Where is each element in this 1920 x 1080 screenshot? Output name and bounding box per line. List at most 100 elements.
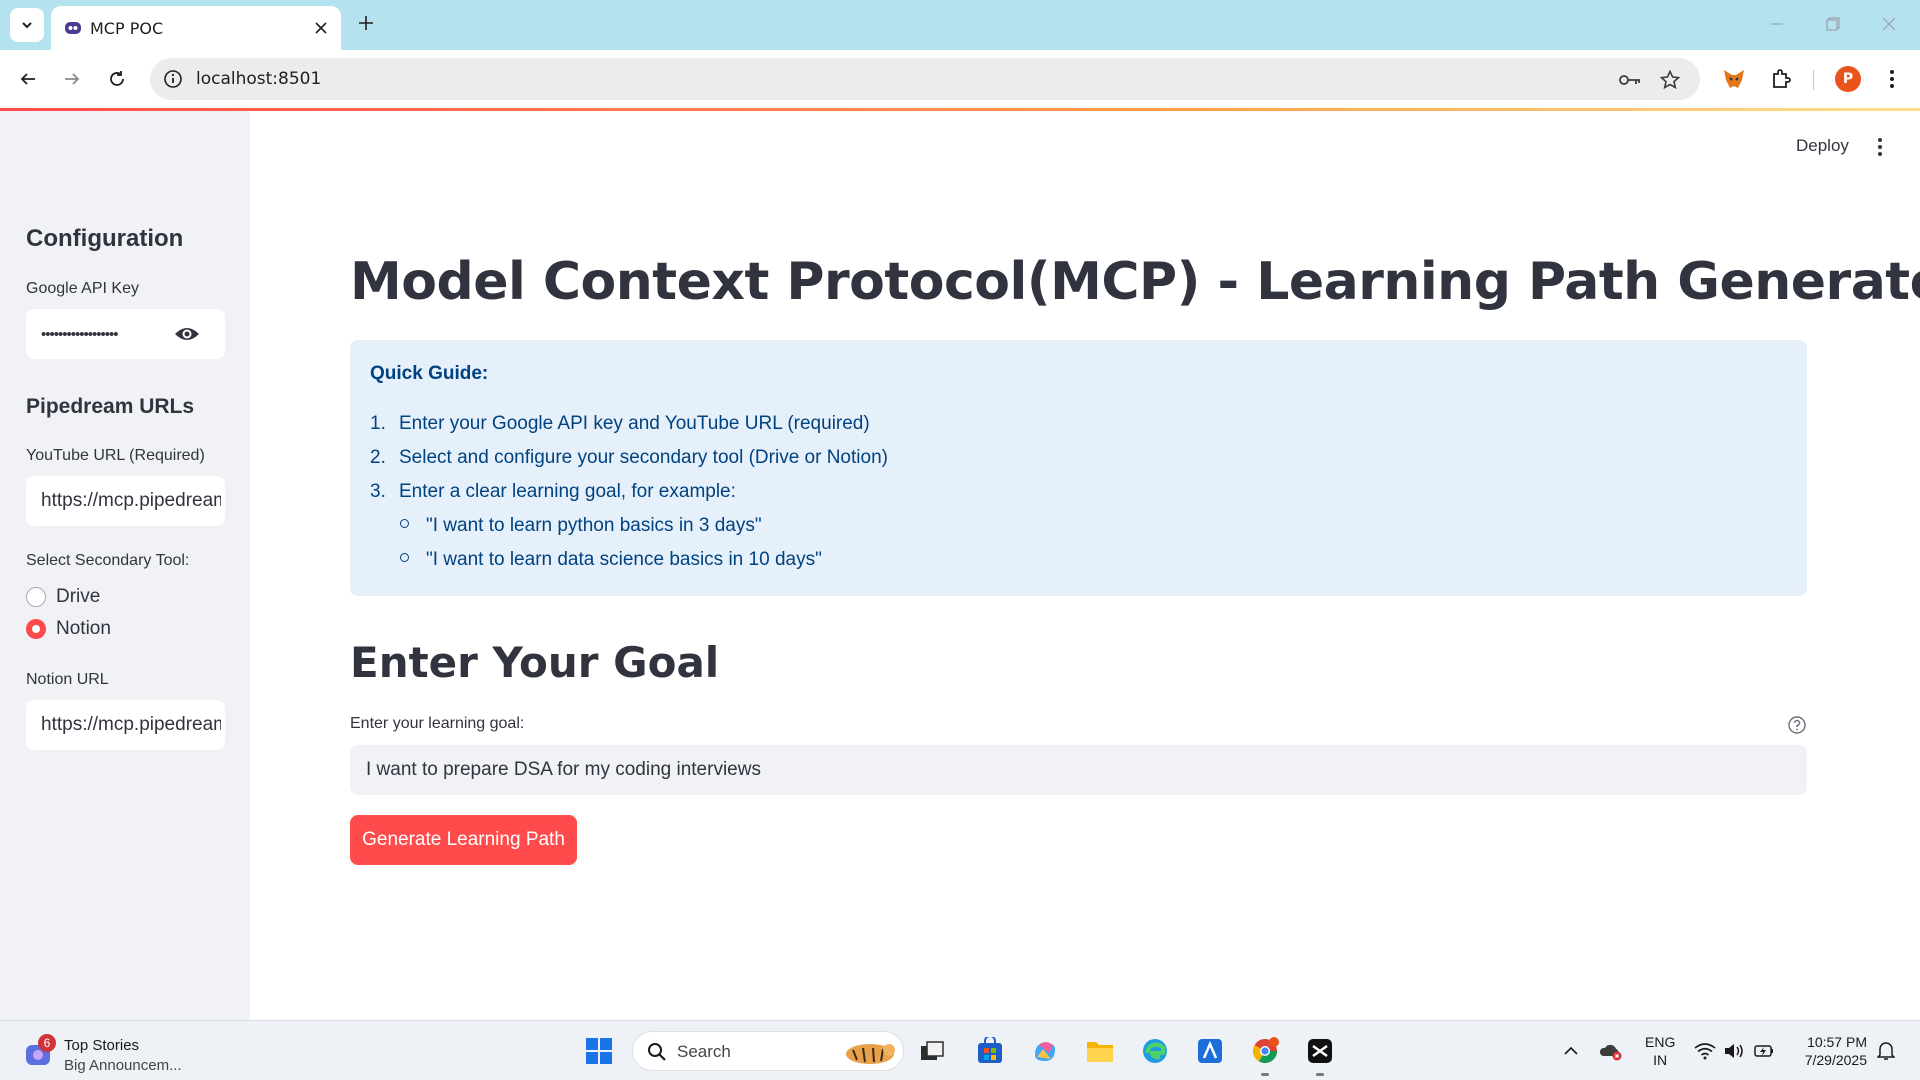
chevron-down-icon xyxy=(22,22,32,29)
app-menu-button[interactable] xyxy=(1870,134,1890,160)
notion-url-label: Notion URL xyxy=(26,671,109,688)
notion-url-input[interactable] xyxy=(41,700,221,750)
browser-tab-active[interactable]: MCP POC xyxy=(51,6,341,50)
forward-button[interactable] xyxy=(56,63,88,95)
clock[interactable]: 10:57 PM 7/29/2025 xyxy=(1795,1033,1867,1069)
copilot-app[interactable] xyxy=(1027,1033,1063,1069)
battery-charging-icon xyxy=(1754,1045,1773,1057)
profile-avatar[interactable]: P xyxy=(1835,66,1861,92)
region-code: IN xyxy=(1653,1052,1668,1068)
start-button[interactable] xyxy=(581,1033,617,1069)
minimize-button[interactable] xyxy=(1757,10,1797,38)
show-hidden-icons-button[interactable] xyxy=(1560,1039,1582,1063)
notification-bell-icon xyxy=(1877,1042,1895,1060)
capcut-icon xyxy=(1308,1039,1332,1063)
windows-logo-icon xyxy=(586,1038,612,1064)
chevron-up-icon xyxy=(1564,1046,1578,1055)
restore-button[interactable] xyxy=(1813,10,1853,38)
task-view-icon xyxy=(921,1041,944,1060)
window-close-button[interactable] xyxy=(1869,10,1909,38)
new-tab-button[interactable] xyxy=(353,10,379,36)
guide-heading: Quick Guide: xyxy=(370,363,489,384)
notion-url-field[interactable] xyxy=(26,700,225,750)
taskbar: 6 Top Stories Big Announcem... Search EN… xyxy=(0,1020,1920,1080)
metamask-extension-button[interactable] xyxy=(1718,63,1750,95)
capcut-app[interactable] xyxy=(1302,1033,1338,1069)
news-widget[interactable]: 6 Top Stories Big Announcem... xyxy=(22,1031,202,1075)
store-icon xyxy=(978,1037,1002,1063)
folder-icon xyxy=(1087,1042,1113,1062)
youtube-url-input[interactable] xyxy=(41,476,221,526)
store-app[interactable] xyxy=(972,1033,1008,1069)
bookmark-button[interactable] xyxy=(1658,68,1682,92)
address-bar[interactable]: localhost:8501 xyxy=(150,58,1700,100)
task-view-button[interactable] xyxy=(914,1033,950,1069)
language-indicator[interactable]: ENG IN xyxy=(1645,1033,1675,1069)
edge-app[interactable] xyxy=(1137,1033,1173,1069)
chrome-icon xyxy=(1252,1037,1279,1064)
browser-menu-button[interactable] xyxy=(1876,63,1908,95)
key-icon xyxy=(1619,75,1640,85)
site-info-icon[interactable] xyxy=(162,68,184,90)
step-text: Enter a clear learning goal, for example… xyxy=(399,481,736,502)
browser-toolbar: localhost:8501 P xyxy=(0,50,1920,108)
generate-learning-path-button[interactable]: Generate Learning Path xyxy=(350,815,577,865)
help-icon[interactable] xyxy=(1787,715,1807,735)
guide-example: "I want to learn data science basics in … xyxy=(400,549,822,571)
chrome-app[interactable] xyxy=(1247,1033,1283,1069)
deploy-button[interactable]: Deploy xyxy=(1796,136,1849,156)
bullet-icon xyxy=(400,519,409,529)
back-button[interactable] xyxy=(12,63,44,95)
plus-icon xyxy=(359,16,373,30)
wifi-icon xyxy=(1694,1043,1716,1060)
language-code: ENG xyxy=(1645,1034,1676,1050)
file-explorer-app[interactable] xyxy=(1082,1033,1118,1069)
chrome-running-indicator xyxy=(1261,1073,1269,1076)
edge-browser-icon xyxy=(1143,1039,1167,1063)
tab-search-button[interactable] xyxy=(10,8,44,42)
tab-close-button[interactable] xyxy=(311,18,331,38)
arrow-left-icon xyxy=(20,73,35,85)
password-key-button[interactable] xyxy=(1618,68,1642,92)
volume-tray-button[interactable] xyxy=(1722,1039,1746,1063)
kebab-menu-icon xyxy=(1890,70,1894,88)
goal-input[interactable] xyxy=(366,745,1786,795)
url-text[interactable]: localhost:8501 xyxy=(196,69,321,89)
taskbar-search[interactable]: Search xyxy=(632,1031,904,1071)
youtube-url-field[interactable] xyxy=(26,476,225,526)
fox-icon xyxy=(1724,70,1744,88)
minimize-icon xyxy=(1771,23,1783,25)
extensions-button[interactable] xyxy=(1765,63,1797,95)
reload-button[interactable] xyxy=(101,63,133,95)
radio-notion-label: Notion xyxy=(56,618,111,639)
step-number: 1. xyxy=(370,413,386,434)
search-label: Search xyxy=(677,1042,731,1061)
arrow-right-icon xyxy=(65,73,80,85)
eye-icon[interactable] xyxy=(174,324,200,344)
azure-data-studio-app[interactable] xyxy=(1192,1033,1228,1069)
example-text: "I want to learn data science basics in … xyxy=(426,549,822,570)
radio-notion[interactable]: Notion xyxy=(26,616,111,642)
step-text: Select and configure your secondary tool… xyxy=(399,447,888,468)
goal-field[interactable] xyxy=(350,745,1807,795)
youtube-url-label: YouTube URL (Required) xyxy=(26,447,205,464)
step-number: 3. xyxy=(370,481,386,502)
battery-tray-button[interactable] xyxy=(1752,1039,1776,1063)
step-number: 2. xyxy=(370,447,386,468)
clock-time: 10:57 PM xyxy=(1807,1034,1867,1050)
notifications-button[interactable] xyxy=(1874,1039,1898,1063)
quick-guide-box: Quick Guide: 1. Enter your Google API key… xyxy=(350,340,1807,596)
radio-circle-unchecked[interactable] xyxy=(26,587,46,607)
radio-circle-checked[interactable] xyxy=(26,619,46,639)
radio-drive[interactable]: Drive xyxy=(26,584,100,610)
wifi-tray-button[interactable] xyxy=(1693,1039,1717,1063)
tab-title: MCP POC xyxy=(90,19,164,38)
guide-step: 1. Enter your Google API key and YouTube … xyxy=(370,413,870,435)
radio-drive-label: Drive xyxy=(56,586,101,607)
news-title: Top Stories xyxy=(64,1037,140,1054)
onedrive-tray-button[interactable] xyxy=(1598,1039,1624,1063)
copilot-icon xyxy=(1035,1042,1055,1061)
capcut-running-indicator xyxy=(1316,1073,1324,1076)
guide-step: 3. Enter a clear learning goal, for examp… xyxy=(370,481,736,503)
api-key-field[interactable] xyxy=(26,309,225,359)
